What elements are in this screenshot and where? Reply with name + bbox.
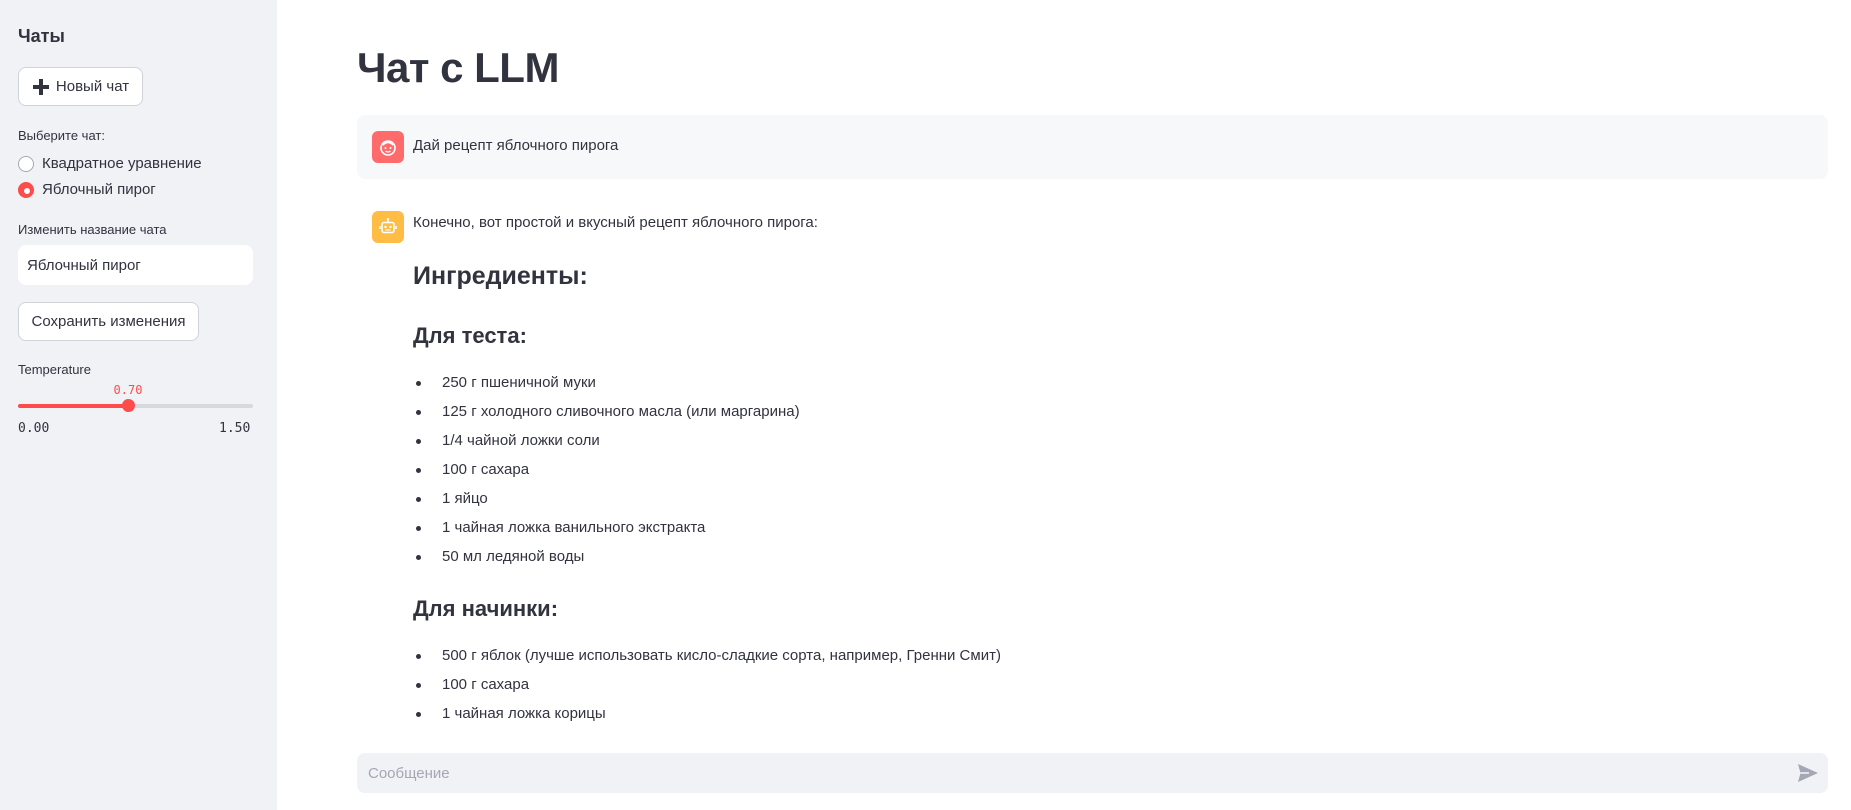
chat-option-label: Яблочный пирог: [42, 181, 156, 198]
save-changes-button[interactable]: Сохранить изменения: [18, 302, 199, 341]
chat-option-quadratic[interactable]: Квадратное уравнение: [18, 155, 202, 172]
rename-chat-input[interactable]: Яблочный пирог: [18, 245, 253, 285]
robot-icon: [372, 211, 404, 243]
temperature-slider-thumb[interactable]: [121, 399, 135, 412]
list-item: 1 чайная ложка корицы: [413, 699, 1001, 728]
send-icon[interactable]: [1797, 763, 1819, 783]
sidebar-title: Чаты: [18, 26, 65, 46]
user-message-text: Дай рецепт яблочного пирога: [413, 137, 619, 154]
assistant-intro: Конечно, вот простой и вкусный рецепт яб…: [413, 214, 818, 231]
assistant-message: Конечно, вот простой и вкусный рецепт яб…: [357, 196, 1828, 736]
rename-chat-value: Яблочный пирог: [27, 256, 141, 274]
chat-option-label: Квадратное уравнение: [42, 155, 202, 172]
temperature-slider-fill: [18, 404, 128, 408]
list-item: 100 г сахара: [413, 455, 800, 484]
filling-list: 500 г яблок (лучше использовать кисло-сл…: [413, 641, 1001, 728]
list-item: 125 г холодного сливочного масла (или ма…: [413, 397, 800, 426]
rename-chat-label: Изменить название чата: [18, 222, 167, 237]
sidebar: Чаты Новый чат Выберите чат: Квадратное …: [0, 0, 277, 810]
temperature-slider[interactable]: [18, 399, 253, 412]
chat-input-box: [357, 753, 1828, 793]
dough-heading: Для теста:: [413, 323, 527, 348]
radio-button-selected[interactable]: [18, 181, 34, 198]
temperature-label: Temperature: [18, 362, 91, 377]
temperature-min: 0.00: [18, 421, 50, 436]
chat-option-apple-pie[interactable]: Яблочный пирог: [18, 181, 156, 198]
new-chat-label: Новый чат: [55, 78, 130, 95]
list-item: 500 г яблок (лучше использовать кисло-сл…: [413, 641, 1001, 670]
list-item: 1 яйцо: [413, 484, 800, 513]
list-item: 100 г сахара: [413, 670, 1001, 699]
list-item: 250 г пшеничной муки: [413, 368, 800, 397]
save-changes-label: Сохранить изменения: [31, 313, 186, 330]
filling-heading: Для начинки:: [413, 596, 559, 621]
list-item: 50 мл ледяной воды: [413, 542, 800, 571]
user-message: Дай рецепт яблочного пирога: [357, 115, 1828, 179]
user-face-icon: [372, 131, 404, 163]
plus-icon: [32, 78, 50, 96]
temperature-max: 1.50: [219, 421, 251, 436]
temperature-value: 0.70: [113, 383, 143, 397]
radio-button[interactable]: [18, 155, 34, 172]
page-title: Чат с LLM: [357, 44, 559, 91]
new-chat-button[interactable]: Новый чат: [18, 67, 143, 106]
ingredients-heading: Ингредиенты:: [413, 262, 588, 290]
list-item: 1/4 чайной ложки соли: [413, 426, 800, 455]
select-chat-label: Выберите чат:: [18, 128, 105, 143]
dough-list: 250 г пшеничной муки 125 г холодного сли…: [413, 368, 800, 571]
list-item: 1 чайная ложка ванильного экстракта: [413, 513, 800, 542]
message-input[interactable]: [366, 763, 1819, 783]
